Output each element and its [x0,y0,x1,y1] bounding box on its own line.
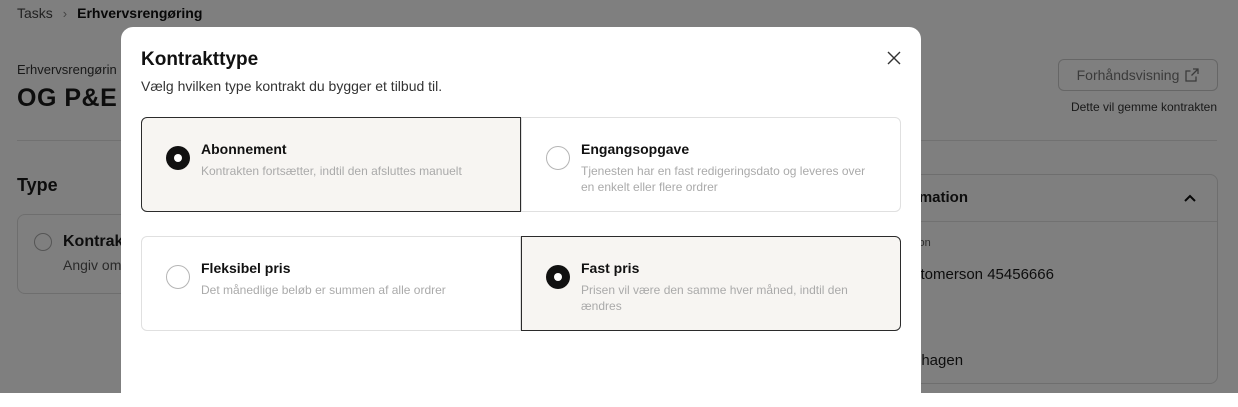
modal-description: Vælg hvilken type kontrakt du bygger et … [141,78,443,94]
option-fast-pris-label: Fast pris [581,260,640,276]
option-abonnement-label: Abonnement [201,141,287,157]
option-engangsopgave-description: Tjenesten har en fast redigeringsdato og… [581,164,866,194]
radio-fast-pris[interactable] [546,265,570,289]
option-fast-pris[interactable]: Fast pris Prisen vil være den samme hver… [521,236,901,331]
modal-title: Kontrakttype [141,49,259,70]
radio-fleksibel-pris[interactable] [166,265,190,289]
option-abonnement[interactable]: Abonnement Kontrakten fortsætter, indtil… [141,117,521,212]
radio-abonnement[interactable] [166,146,190,170]
option-engangsopgave-label: Engangsopgave [581,141,690,157]
radio-engangsopgave[interactable] [546,146,570,170]
option-fleksibel-pris-description: Det månedlige beløb er summen af alle or… [201,283,446,297]
option-fleksibel-pris-label: Fleksibel pris [201,260,291,276]
option-fast-pris-description: Prisen vil være den samme hver måned, in… [581,283,848,313]
close-icon [887,51,901,65]
contract-type-modal: Kontrakttype Vælg hvilken type kontrakt … [121,27,921,407]
option-fleksibel-pris[interactable]: Fleksibel pris Det månedlige beløb er su… [141,236,521,331]
close-button[interactable] [884,48,904,68]
option-abonnement-description: Kontrakten fortsætter, indtil den afslut… [201,164,462,178]
option-engangsopgave[interactable]: Engangsopgave Tjenesten har en fast redi… [521,117,901,212]
